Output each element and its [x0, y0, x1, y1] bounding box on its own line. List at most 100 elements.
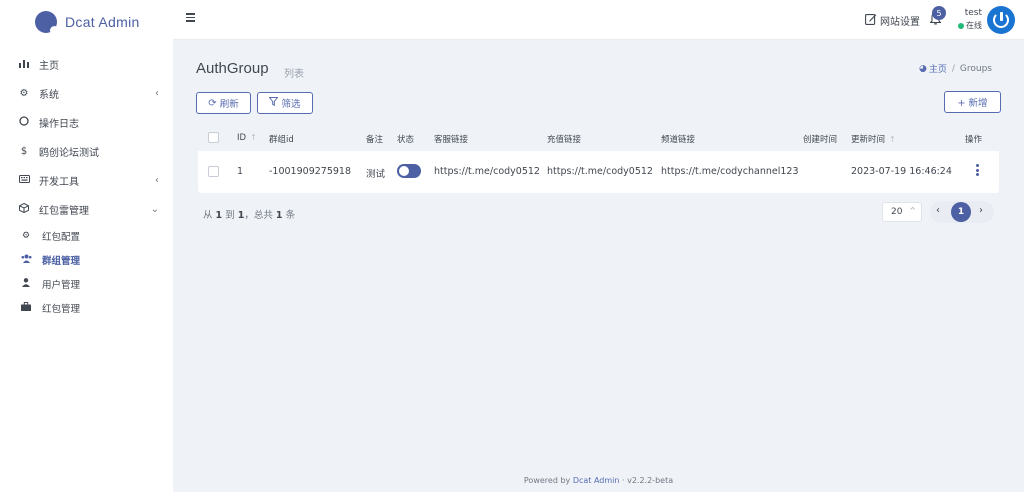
sidebar-item-redpacket[interactable]: 红包雷管理 ⌄: [0, 195, 173, 224]
refresh-icon: ⟳: [208, 97, 217, 109]
keyboard-icon: [17, 175, 31, 186]
switch-knob: [399, 166, 409, 176]
column-status: 状态: [397, 135, 415, 145]
per-page-select[interactable]: 20 ^: [882, 202, 922, 222]
sidebar-subitem-group-manage[interactable]: 群组管理: [0, 248, 173, 272]
edit-icon: [865, 13, 877, 28]
status-switch[interactable]: [397, 164, 421, 178]
topbar: 网站设置 5 test 在线: [173, 0, 1024, 40]
summary-to-word: 到: [225, 210, 235, 221]
filter-button[interactable]: 筛选: [257, 92, 313, 114]
cell-service-link: https://t.me/cody0512: [434, 166, 540, 177]
sidebar-item-label: 开发工具: [39, 177, 79, 188]
column-updated-at-label: 更新时间: [851, 135, 886, 145]
summary-from: 1: [215, 210, 223, 221]
next-page-icon[interactable]: ›: [979, 205, 983, 216]
page-title: AuthGroup: [196, 60, 269, 77]
page-subtitle: 列表: [284, 69, 304, 80]
gear-icon: ⚙: [21, 231, 31, 241]
chevron-left-icon: ‹: [155, 175, 159, 186]
sidebar-subitem-label: 群组管理: [42, 256, 81, 267]
refresh-button[interactable]: ⟳ 刷新: [196, 92, 251, 114]
create-button[interactable]: + 新增: [944, 91, 1001, 113]
summary-total-prefix: ，总共: [244, 210, 273, 221]
column-group-id: 群组id: [269, 135, 294, 145]
sidebar-item-dev-tools[interactable]: 开发工具 ‹: [0, 166, 173, 195]
menu-toggle-icon[interactable]: [186, 11, 195, 24]
sidebar-item-operation-log[interactable]: 操作日志: [0, 108, 173, 137]
sidebar-item-label: 系统: [39, 90, 59, 101]
sidebar-item-label: 操作日志: [39, 119, 79, 130]
refresh-label: 刷新: [219, 99, 239, 110]
cell-id: 1: [237, 166, 244, 177]
chevron-left-icon: ‹: [155, 88, 159, 99]
pagination-summary: 从 1 到 1，总共 1 条: [203, 207, 295, 221]
data-table: ID ↑ 群组id 备注 状态 客服链接 充值链接 频道链接 创建时间 更新时间 ↑…: [198, 124, 999, 193]
dashboard-icon: ◕: [918, 63, 927, 74]
per-page-value: 20: [891, 207, 903, 217]
sidebar-subitem-redpacket-config[interactable]: ⚙ 红包配置: [0, 224, 173, 248]
sidebar-item-label: 主页: [39, 61, 59, 72]
breadcrumb-home[interactable]: 主页: [929, 62, 947, 75]
user-info[interactable]: test 在线: [956, 8, 982, 31]
sidebar-subitem-user-manage[interactable]: 用户管理: [0, 272, 173, 296]
sidebar-item-forum-test[interactable]: $ 鸥创论坛测试: [0, 137, 173, 166]
brand-name: Dcat Admin: [65, 14, 140, 30]
cell-updated-at: 2023-07-19 16:46:24: [851, 166, 952, 177]
cell-recharge-link: https://t.me/cody0512: [547, 166, 653, 177]
column-id[interactable]: ID ↑: [237, 133, 257, 143]
bar-chart-icon: [17, 59, 31, 71]
notification-badge: 5: [932, 6, 946, 20]
column-service-link: 客服链接: [434, 135, 469, 145]
sidebar: Dcat Admin 主页 ⚙ 系统 ‹ 操作日志 $ 鸥创论坛测试 开发工具 …: [0, 0, 173, 492]
footer-brand-link[interactable]: Dcat Admin: [573, 476, 620, 485]
user-icon: [20, 278, 32, 290]
column-created-at: 创建时间: [803, 135, 838, 145]
summary-prefix: 从: [203, 210, 213, 221]
sidebar-item-system[interactable]: ⚙ 系统 ‹: [0, 79, 173, 108]
column-actions: 操作: [965, 135, 983, 145]
chevron-down-icon: ⌄: [150, 204, 159, 215]
user-status: 在线: [956, 20, 982, 31]
select-all-checkbox[interactable]: [208, 132, 219, 143]
more-actions-icon[interactable]: [976, 164, 979, 178]
column-channel-link: 频道链接: [661, 135, 696, 145]
avatar[interactable]: [987, 6, 1015, 34]
chevron-up-icon: ^: [909, 206, 916, 215]
site-settings-link[interactable]: 网站设置: [865, 13, 920, 28]
column-recharge-link: 充值链接: [547, 135, 582, 145]
column-updated-at[interactable]: 更新时间 ↑: [851, 133, 896, 145]
user-name: test: [964, 8, 982, 18]
summary-total-suffix: 条: [285, 210, 296, 221]
sidebar-subitem-label: 用户管理: [42, 280, 81, 291]
sidebar-subitem-redpacket-manage[interactable]: 红包管理: [0, 296, 173, 320]
column-id-label: ID: [237, 133, 247, 143]
coins-icon: $: [20, 146, 28, 157]
summary-total: 1: [275, 210, 283, 221]
table-header: ID ↑ 群组id 备注 状态 客服链接 充值链接 频道链接 创建时间 更新时间 ↑…: [198, 124, 999, 151]
cube-icon: [17, 202, 31, 216]
filter-icon: [268, 97, 280, 109]
power-icon-bar: [999, 12, 1003, 21]
filter-label: 筛选: [281, 99, 301, 110]
sidebar-subitem-label: 红包管理: [42, 304, 81, 315]
create-label: + 新增: [957, 98, 988, 109]
breadcrumb: ◕ 主页 / Groups: [918, 62, 992, 76]
footer-version: · v2.2.2-beta: [622, 476, 674, 485]
column-remark: 备注: [366, 135, 384, 145]
user-status-label: 在线: [966, 21, 982, 30]
cell-channel-link: https://t.me/codychannel123: [661, 166, 799, 177]
sort-arrow-icon: ↑: [889, 135, 896, 144]
row-checkbox[interactable]: [208, 166, 219, 177]
brand[interactable]: Dcat Admin: [0, 0, 173, 44]
current-page-button[interactable]: 1: [951, 202, 971, 222]
sidebar-item-label: 红包雷管理: [39, 206, 89, 217]
breadcrumb-current: Groups: [959, 63, 992, 74]
footer: Powered by Dcat Admin · v2.2.2-beta: [173, 476, 1024, 485]
prev-page-icon[interactable]: ‹: [936, 205, 940, 216]
sidebar-nav: 主页 ⚙ 系统 ‹ 操作日志 $ 鸥创论坛测试 开发工具 ‹ 红包雷管理 ⌄ ⚙…: [0, 50, 173, 320]
sidebar-item-home[interactable]: 主页: [0, 50, 173, 79]
sidebar-item-label: 鸥创论坛测试: [39, 148, 99, 159]
footer-powered-by: Powered by: [523, 476, 571, 485]
brand-logo-icon: [35, 11, 59, 35]
